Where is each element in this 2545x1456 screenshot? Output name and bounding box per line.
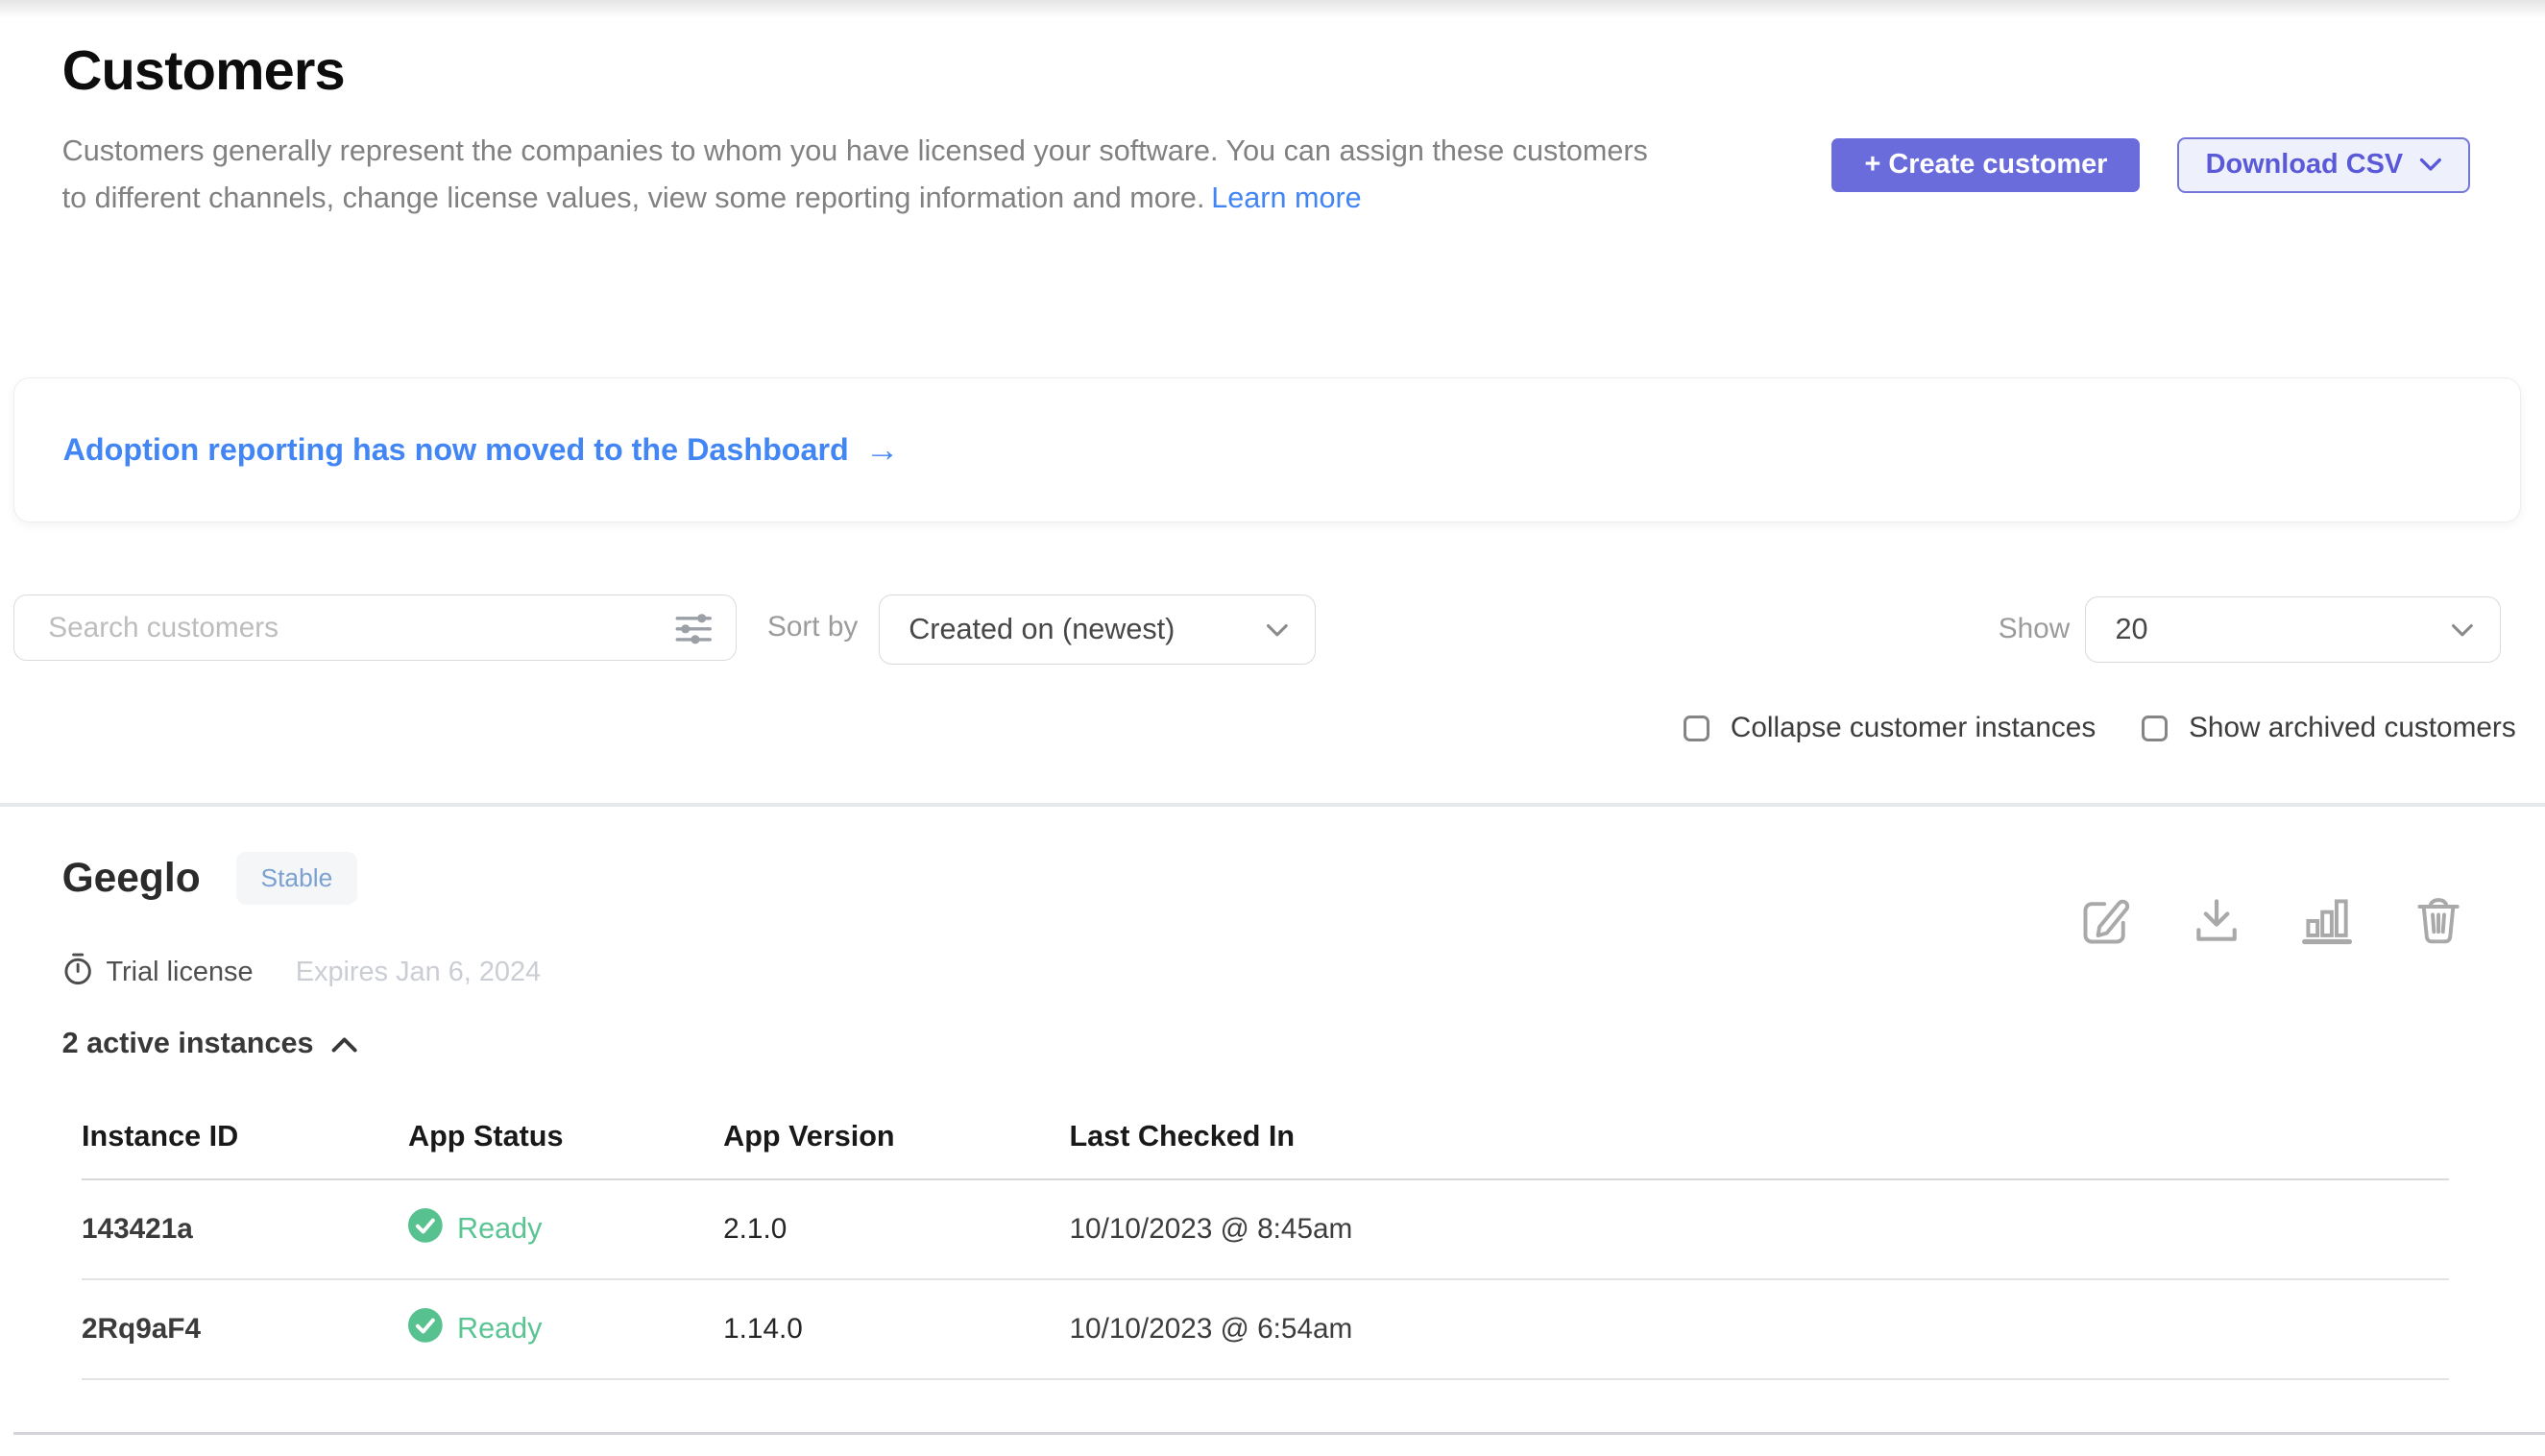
customer-actions xyxy=(2078,893,2465,947)
column-header: Instance ID xyxy=(82,1120,408,1153)
download-icon[interactable] xyxy=(2190,893,2243,947)
show-count-dropdown[interactable]: 20 xyxy=(2085,596,2502,664)
header-actions: + Create customer Download CSV xyxy=(1831,137,2470,193)
download-csv-label: Download CSV xyxy=(2206,149,2403,181)
page-bottom-divider xyxy=(13,1432,2545,1435)
column-header: App Version xyxy=(723,1120,1069,1153)
table-header-row: Instance ID App Status App Version Last … xyxy=(82,1120,2449,1180)
instance-id: 143421a xyxy=(82,1213,408,1246)
create-customer-button[interactable]: + Create customer xyxy=(1831,138,2140,192)
license-expires: Expires Jan 6, 2024 xyxy=(296,957,541,988)
page-description-text: Customers generally represent the compan… xyxy=(62,134,1648,214)
app-version: 1.14.0 xyxy=(723,1313,1069,1346)
last-checked-in: 10/10/2023 @ 8:45am xyxy=(1069,1213,2449,1246)
page-description: Customers generally represent the compan… xyxy=(62,128,1671,223)
bar-chart-icon[interactable] xyxy=(2300,893,2354,947)
chevron-down-icon xyxy=(2451,614,2474,644)
channel-badge: Stable xyxy=(236,852,357,905)
timer-icon xyxy=(62,952,93,993)
customers-page: Customers Customers generally represent … xyxy=(0,0,2545,1456)
collapse-instances-label: Collapse customer instances xyxy=(1731,712,2096,744)
checkbox-row: Collapse customer instances Show archive… xyxy=(1684,712,2516,744)
learn-more-link[interactable]: Learn more xyxy=(1211,182,1361,214)
instances-toggle-label: 2 active instances xyxy=(62,1027,314,1060)
arrow-right-icon: → xyxy=(865,430,900,470)
checkbox-box[interactable] xyxy=(1684,716,1709,741)
license-type: Trial license xyxy=(106,957,253,988)
download-csv-button[interactable]: Download CSV xyxy=(2177,137,2470,193)
check-circle-icon xyxy=(408,1308,443,1349)
search-input[interactable] xyxy=(14,595,736,661)
trash-icon[interactable] xyxy=(2412,893,2465,947)
instances-toggle[interactable]: 2 active instances xyxy=(62,1027,358,1060)
app-status-text: Ready xyxy=(457,1212,542,1246)
sort-dropdown[interactable]: Created on (newest) xyxy=(879,595,1317,665)
app-status: Ready xyxy=(408,1208,723,1250)
instances-table: Instance ID App Status App Version Last … xyxy=(82,1120,2449,1380)
adoption-banner-text: Adoption reporting has now moved to the … xyxy=(63,432,849,468)
adoption-banner[interactable]: Adoption reporting has now moved to the … xyxy=(13,377,2521,522)
section-divider xyxy=(0,803,2545,806)
column-header: Last Checked In xyxy=(1069,1120,2449,1153)
show-count-value: 20 xyxy=(2115,613,2147,646)
customer-name: Geeglo xyxy=(62,856,201,902)
table-row: 143421a Ready 2.1.0 10/10/2023 @ 8:45am xyxy=(82,1180,2449,1280)
license-row: Trial license Expires Jan 6, 2024 xyxy=(62,952,542,993)
column-header: App Status xyxy=(408,1120,723,1153)
checkbox-box[interactable] xyxy=(2142,716,2168,741)
search-customers-box xyxy=(13,595,737,662)
top-scroll-shadow xyxy=(0,0,2545,18)
table-row: 2Rq9aF4 Ready 1.14.0 10/10/2023 @ 6:54am xyxy=(82,1280,2449,1380)
show-label: Show xyxy=(1999,613,2070,645)
collapse-instances-checkbox[interactable]: Collapse customer instances xyxy=(1684,712,2097,744)
show-archived-label: Show archived customers xyxy=(2189,712,2516,744)
page-title: Customers xyxy=(62,39,345,103)
show-archived-checkbox[interactable]: Show archived customers xyxy=(2142,712,2516,744)
chevron-down-icon xyxy=(2419,158,2442,172)
app-status: Ready xyxy=(408,1308,723,1349)
check-circle-icon xyxy=(408,1208,443,1250)
customer-header: Geeglo Stable xyxy=(62,852,357,905)
last-checked-in: 10/10/2023 @ 6:54am xyxy=(1069,1313,2449,1346)
filter-sliders-icon[interactable] xyxy=(673,612,715,653)
sort-by-label: Sort by xyxy=(767,611,858,643)
edit-icon[interactable] xyxy=(2078,893,2132,947)
sort-dropdown-value: Created on (newest) xyxy=(909,613,1175,646)
chevron-up-icon xyxy=(331,1029,357,1059)
app-status-text: Ready xyxy=(457,1312,542,1346)
app-version: 2.1.0 xyxy=(723,1213,1069,1246)
chevron-down-icon xyxy=(1266,614,1289,644)
instance-id: 2Rq9aF4 xyxy=(82,1313,408,1346)
